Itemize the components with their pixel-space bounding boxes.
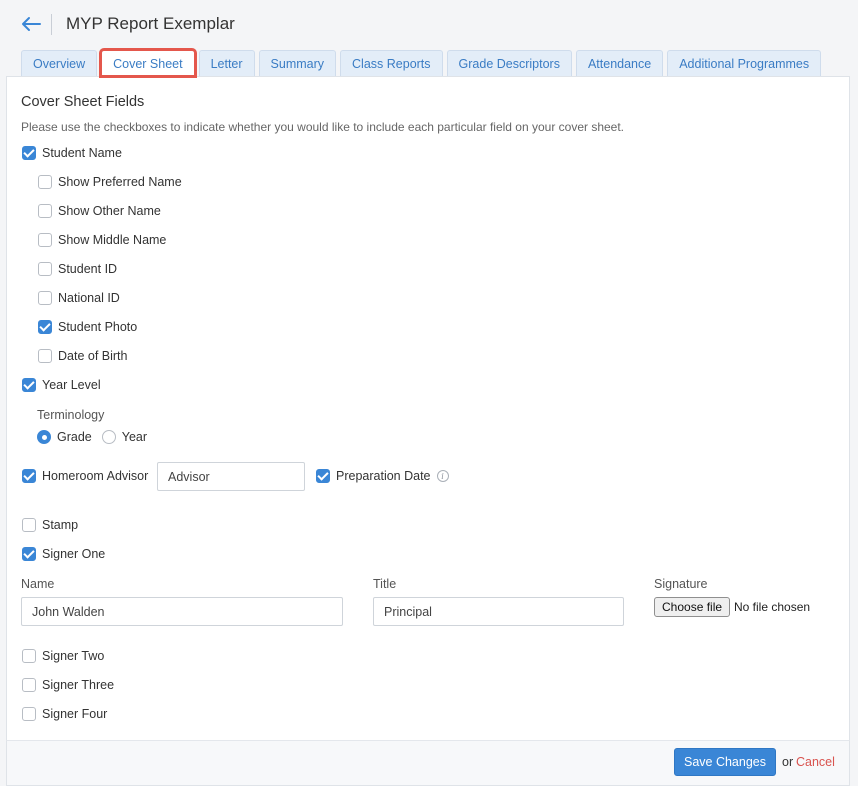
signer-one-row: Signer One <box>22 547 105 561</box>
show-preferred-name-label: Show Preferred Name <box>58 175 182 189</box>
national-id-checkbox[interactable] <box>38 291 52 305</box>
date-of-birth-row: Date of Birth <box>38 349 127 363</box>
national-id-label: National ID <box>58 291 120 305</box>
grade-radio[interactable] <box>37 430 51 444</box>
show-preferred-name-row: Show Preferred Name <box>38 175 182 189</box>
back-arrow-icon[interactable] <box>19 12 43 36</box>
choose-file-button[interactable]: Choose file <box>654 597 731 617</box>
show-other-name-row: Show Other Name <box>38 204 161 218</box>
grade-radio-label: Grade <box>57 430 92 444</box>
signer-three-row: Signer Three <box>22 678 114 692</box>
show-middle-name-row: Show Middle Name <box>38 233 166 247</box>
signer-four-checkbox[interactable] <box>22 707 36 721</box>
tab-letter[interactable]: Letter <box>198 50 255 76</box>
student-photo-checkbox[interactable] <box>38 320 52 334</box>
tab-attendance[interactable]: Attendance <box>575 50 664 76</box>
student-photo-row: Student Photo <box>38 320 137 334</box>
show-middle-name-checkbox[interactable] <box>38 233 52 247</box>
save-changes-button[interactable]: Save Changes <box>674 748 776 776</box>
header: MYP Report Exemplar <box>0 0 858 44</box>
page-title: MYP Report Exemplar <box>66 14 235 33</box>
tab-class-reports[interactable]: Class Reports <box>340 50 443 76</box>
signature-label: Signature <box>654 577 708 591</box>
show-other-name-label: Show Other Name <box>58 204 161 218</box>
student-name-label: Student Name <box>42 146 122 160</box>
tab-bar: Overview Cover Sheet Letter Summary Clas… <box>21 48 825 78</box>
section-title: Cover Sheet Fields <box>21 94 145 110</box>
show-preferred-name-checkbox[interactable] <box>38 175 52 189</box>
section-hint: Please use the checkboxes to indicate wh… <box>21 120 625 134</box>
terminology-options: Grade Year <box>37 430 147 444</box>
signer-one-checkbox[interactable] <box>22 547 36 561</box>
student-photo-label: Student Photo <box>58 320 138 334</box>
student-id-checkbox[interactable] <box>38 262 52 276</box>
signer-two-row: Signer Two <box>22 649 104 663</box>
student-id-row: Student ID <box>38 262 117 276</box>
homeroom-advisor-input[interactable]: Advisor <box>157 462 305 491</box>
show-middle-name-label: Show Middle Name <box>58 233 167 247</box>
preparation-date-row: Preparation Date i <box>316 469 449 483</box>
date-of-birth-checkbox[interactable] <box>38 349 52 363</box>
signer-four-label: Signer Four <box>42 707 108 721</box>
student-id-label: Student ID <box>58 262 118 276</box>
signer-three-checkbox[interactable] <box>22 678 36 692</box>
file-status: No file chosen <box>734 600 811 614</box>
tab-grade-descriptors[interactable]: Grade Descriptors <box>446 50 572 76</box>
cancel-link[interactable]: Cancel <box>796 755 835 769</box>
national-id-row: National ID <box>38 291 120 305</box>
signer-name-label: Name <box>21 577 55 591</box>
student-name-checkbox[interactable] <box>22 146 36 160</box>
signer-four-row: Signer Four <box>22 707 107 721</box>
date-of-birth-label: Date of Birth <box>58 349 128 363</box>
student-name-row: Student Name <box>22 146 122 160</box>
signer-title-input[interactable]: Principal <box>373 597 624 626</box>
homeroom-advisor-checkbox[interactable] <box>22 469 36 483</box>
tab-summary[interactable]: Summary <box>258 50 337 76</box>
page: MYP Report Exemplar Overview Cover Sheet… <box>0 0 858 786</box>
preparation-date-label: Preparation Date <box>336 469 431 483</box>
homeroom-advisor-row: Homeroom Advisor <box>22 469 148 483</box>
header-divider <box>51 14 52 35</box>
tab-cover-sheet[interactable]: Cover Sheet <box>99 48 197 78</box>
info-icon[interactable]: i <box>436 470 449 482</box>
terminology-label: Terminology <box>37 408 105 422</box>
stamp-row: Stamp <box>22 518 78 532</box>
signer-three-label: Signer Three <box>42 678 115 692</box>
signer-name-input[interactable]: John Walden <box>21 597 343 626</box>
tab-overview[interactable]: Overview <box>21 50 98 76</box>
or-text: or <box>782 755 794 769</box>
signer-two-label: Signer Two <box>42 649 105 663</box>
year-level-label: Year Level <box>42 378 101 392</box>
signer-title-label: Title <box>373 577 397 591</box>
show-other-name-checkbox[interactable] <box>38 204 52 218</box>
year-radio-label: Year <box>121 430 148 444</box>
homeroom-advisor-label: Homeroom Advisor <box>42 469 149 483</box>
tab-additional-programmes[interactable]: Additional Programmes <box>667 50 822 76</box>
stamp-label: Stamp <box>42 518 79 532</box>
year-level-checkbox[interactable] <box>22 378 36 392</box>
year-level-row: Year Level <box>22 378 101 392</box>
signer-one-label: Signer One <box>42 547 106 561</box>
preparation-date-checkbox[interactable] <box>316 469 330 483</box>
year-radio[interactable] <box>101 430 116 444</box>
signer-two-checkbox[interactable] <box>22 649 36 663</box>
stamp-checkbox[interactable] <box>22 518 36 532</box>
